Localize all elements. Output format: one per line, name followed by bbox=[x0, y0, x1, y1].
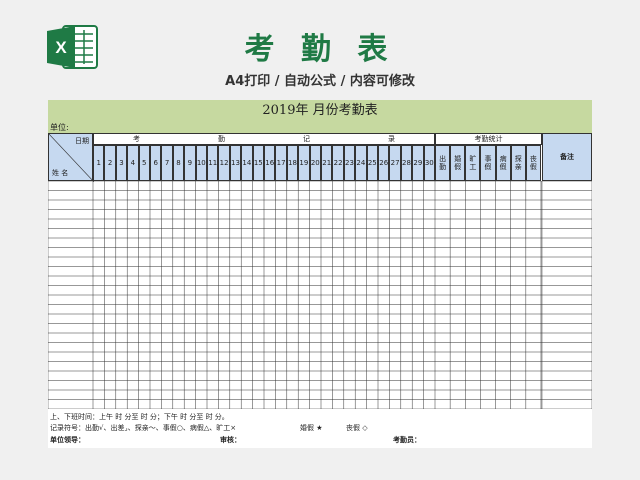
day-column-5[interactable]: 5 bbox=[138, 145, 150, 181]
day-column-13[interactable]: 13 bbox=[229, 145, 242, 181]
corner-date-label: 日期 bbox=[75, 137, 89, 145]
day-column-19[interactable]: 19 bbox=[298, 145, 310, 181]
sheet-footer: 上、下班时间：上午 时 分至 时 分；下午 时 分至 时 分。 记录符号：出勤√… bbox=[48, 410, 592, 448]
day-column-28[interactable]: 28 bbox=[400, 145, 413, 181]
funeral-leave-symbol: 丧假 ◇ bbox=[346, 424, 368, 432]
stat-column-6[interactable]: 丧假 bbox=[525, 145, 541, 181]
stat-column-2[interactable]: 旷工 bbox=[465, 145, 481, 181]
day-column-1[interactable]: 1 bbox=[93, 145, 105, 181]
day-column-22[interactable]: 22 bbox=[332, 145, 344, 181]
unit-row[interactable]: 单位: bbox=[48, 122, 592, 133]
day-column-3[interactable]: 3 bbox=[115, 145, 128, 181]
day-column-9[interactable]: 9 bbox=[184, 145, 196, 181]
day-column-26[interactable]: 26 bbox=[378, 145, 390, 181]
grid-lines bbox=[48, 180, 592, 410]
day-column-7[interactable]: 7 bbox=[161, 145, 173, 181]
day-column-11[interactable]: 11 bbox=[207, 145, 219, 181]
unit-label: 单位: bbox=[50, 123, 69, 132]
day-column-23[interactable]: 23 bbox=[343, 145, 356, 181]
day-column-29[interactable]: 29 bbox=[412, 145, 424, 181]
day-column-20[interactable]: 20 bbox=[309, 145, 321, 181]
attendance-group-char: 考 bbox=[133, 135, 140, 143]
day-column-18[interactable]: 18 bbox=[286, 145, 299, 181]
name-date-corner: 日期姓 名 bbox=[48, 133, 94, 182]
review-label: 审核： bbox=[220, 436, 241, 444]
day-column-16[interactable]: 16 bbox=[264, 145, 276, 181]
page-title: 考 勤 表 bbox=[244, 32, 396, 67]
stats-group-header: 考勤统计 bbox=[435, 133, 542, 145]
attendance-group-char: 记 bbox=[303, 135, 310, 143]
sheet-title[interactable]: 2019年 月份考勤表 bbox=[48, 100, 592, 122]
leader-label: 单位领导： bbox=[50, 436, 85, 444]
record-symbols-note: 记录符号：出勤√、出差⌟、探亲～、事假○、病假△、旷工× bbox=[50, 424, 237, 432]
attendance-group-char: 勤 bbox=[218, 135, 225, 143]
day-column-30[interactable]: 30 bbox=[423, 145, 435, 181]
day-column-25[interactable]: 25 bbox=[366, 145, 378, 181]
remark-column[interactable]: 备注 bbox=[541, 133, 592, 181]
stat-column-4[interactable]: 病假 bbox=[495, 145, 511, 181]
attendance-table-body[interactable] bbox=[48, 180, 592, 410]
day-column-24[interactable]: 24 bbox=[355, 145, 367, 181]
table-header: 日期姓 名考勤记录 1 2 3 4 5 6 7 8 9 10 11 12 13 14 15 16 17 18 19 20… bbox=[48, 133, 592, 182]
day-column-6[interactable]: 6 bbox=[150, 145, 162, 181]
stat-column-5[interactable]: 探亲 bbox=[510, 145, 526, 181]
attendance-group-char: 录 bbox=[388, 135, 395, 143]
day-column-14[interactable]: 14 bbox=[241, 145, 253, 181]
corner-name-label: 姓 名 bbox=[52, 169, 69, 177]
page-subtitle: A4打印 / 自动公式 / 内容可修改 bbox=[225, 74, 415, 89]
day-column-17[interactable]: 17 bbox=[275, 145, 287, 181]
day-column-4[interactable]: 4 bbox=[127, 145, 139, 181]
work-time-note: 上、下班时间：上午 时 分至 时 分；下午 时 分至 时 分。 bbox=[50, 413, 229, 421]
stat-column-1[interactable]: 婚假 bbox=[450, 145, 466, 181]
day-column-2[interactable]: 2 bbox=[104, 145, 116, 181]
day-column-21[interactable]: 21 bbox=[321, 145, 333, 181]
day-column-15[interactable]: 15 bbox=[252, 145, 264, 181]
attendance-record-group: 考勤记录 bbox=[93, 133, 435, 145]
stat-column-0[interactable]: 出勤 bbox=[435, 145, 451, 181]
day-column-12[interactable]: 12 bbox=[218, 145, 230, 181]
day-column-27[interactable]: 27 bbox=[389, 145, 401, 181]
day-column-8[interactable]: 8 bbox=[172, 145, 185, 181]
attendance-sheet: 2019年 月份考勤表 单位: 日期姓 名考勤记录 1 2 3 4 5 6 7 8 9 10 11 12… bbox=[48, 100, 592, 448]
marriage-leave-symbol: 婚假 ★ bbox=[300, 424, 323, 432]
clerk-label: 考勤员： bbox=[393, 436, 421, 444]
day-column-10[interactable]: 10 bbox=[195, 145, 207, 181]
stat-column-3[interactable]: 事假 bbox=[480, 145, 496, 181]
